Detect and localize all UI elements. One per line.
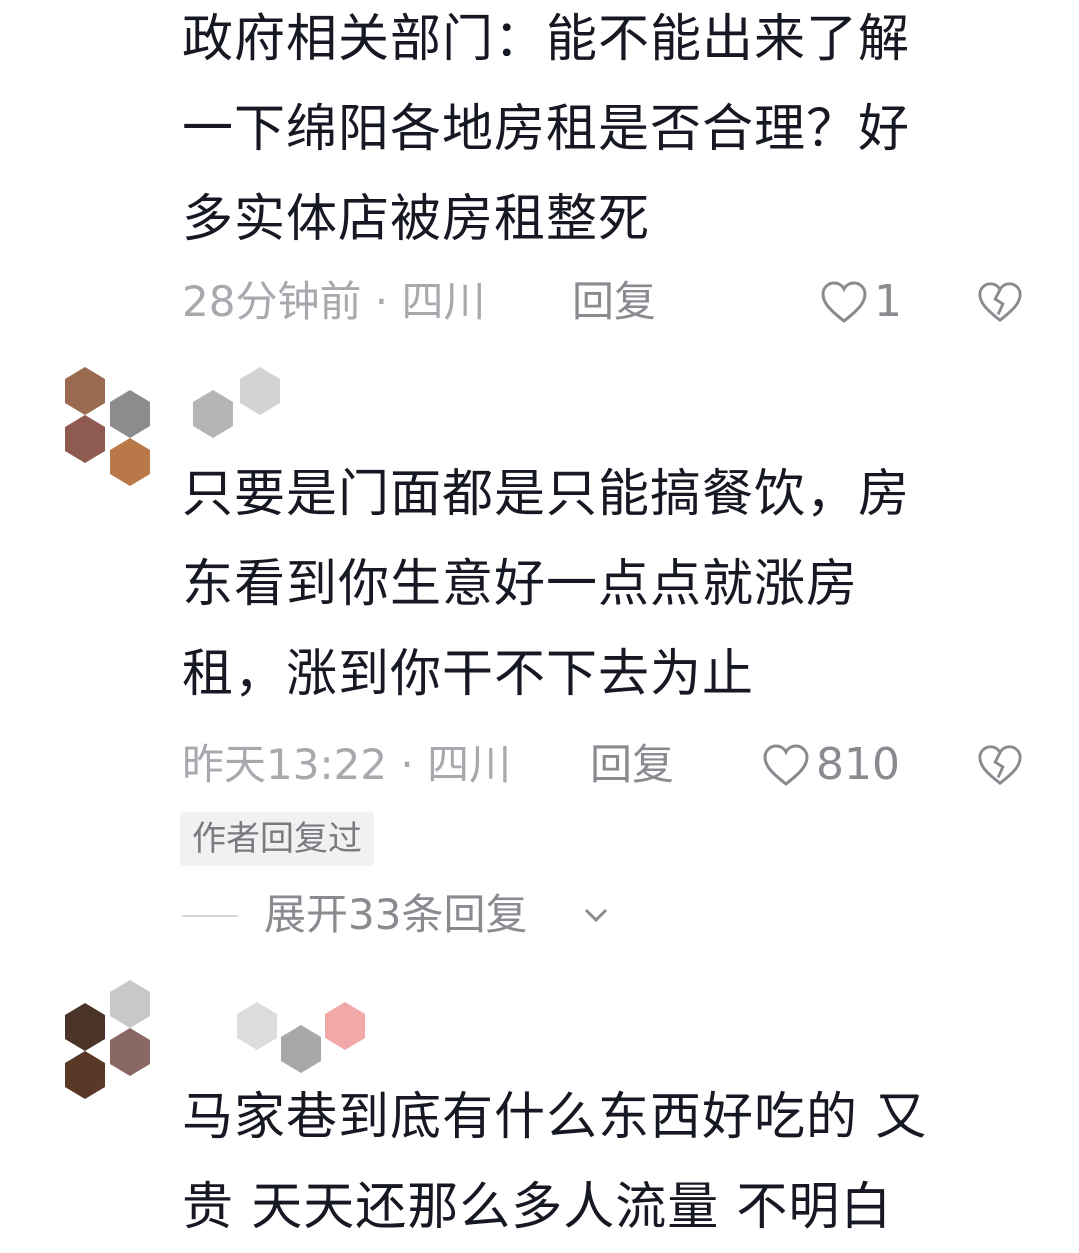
author-replied-badge: 作者回复过	[180, 812, 374, 866]
comment-1-meta: 28分钟前 · 四川 回复 1	[182, 272, 1042, 332]
comment-1-line-2: 一下绵阳各地房租是否合理？好	[182, 100, 911, 159]
comment-1-line-3: 多实体店被房租整死	[182, 190, 651, 249]
comment-2-line-3: 租，涨到你干不下去为止	[182, 645, 755, 704]
expand-divider	[182, 915, 238, 917]
broken-heart-icon[interactable]	[977, 743, 1023, 787]
comment-3-avatar[interactable]	[55, 978, 160, 1103]
broken-heart-icon[interactable]	[977, 280, 1023, 324]
chevron-down-icon	[584, 908, 608, 923]
comment-2-time-location: 昨天13:22 · 四川	[182, 740, 512, 789]
expand-replies-label: 展开33条回复	[264, 890, 528, 939]
comment-2-like-button[interactable]: 810	[762, 735, 900, 795]
comment-1-like-count: 1	[874, 276, 902, 327]
comment-2-text[interactable]: 只要是门面都是只能搞餐饮，房 东看到你生意好一点点就涨房 租，涨到你干不下去为止	[182, 450, 1032, 720]
expand-replies-button[interactable]: 展开33条回复	[182, 885, 782, 945]
comment-1-time-location: 28分钟前 · 四川	[182, 277, 486, 326]
heart-outline-icon	[763, 744, 809, 786]
comment-2-reply-button[interactable]: 回复	[590, 735, 674, 795]
comment-3-username-blurred[interactable]	[185, 1000, 385, 1075]
comment-2-avatar[interactable]	[55, 365, 160, 490]
comment-2-line-2: 东看到你生意好一点点就涨房	[182, 555, 859, 614]
comment-1-line-1: 政府相关部门：能不能出来了解	[182, 10, 911, 69]
comment-1-like-button[interactable]: 1	[820, 272, 902, 332]
comment-2-like-count: 810	[816, 739, 900, 790]
comment-3-text[interactable]: 马家巷到底有什么东西好吃的 又 贵 天天还那么多人流量 不明白	[182, 1073, 1032, 1253]
comment-2-line-1: 只要是门面都是只能搞餐饮，房	[182, 465, 911, 524]
comment-1-reply-button[interactable]: 回复	[572, 272, 656, 332]
comment-3-line-1: 马家巷到底有什么东西好吃的 又	[182, 1088, 928, 1147]
comment-2-meta: 昨天13:22 · 四川 回复 810	[182, 735, 1042, 795]
comment-3-line-2: 贵 天天还那么多人流量 不明白	[182, 1178, 893, 1237]
comment-1-text[interactable]: 政府相关部门：能不能出来了解 一下绵阳各地房租是否合理？好 多实体店被房租整死	[182, 0, 1032, 265]
heart-outline-icon	[821, 281, 867, 323]
comment-2-username-blurred[interactable]	[185, 365, 385, 440]
